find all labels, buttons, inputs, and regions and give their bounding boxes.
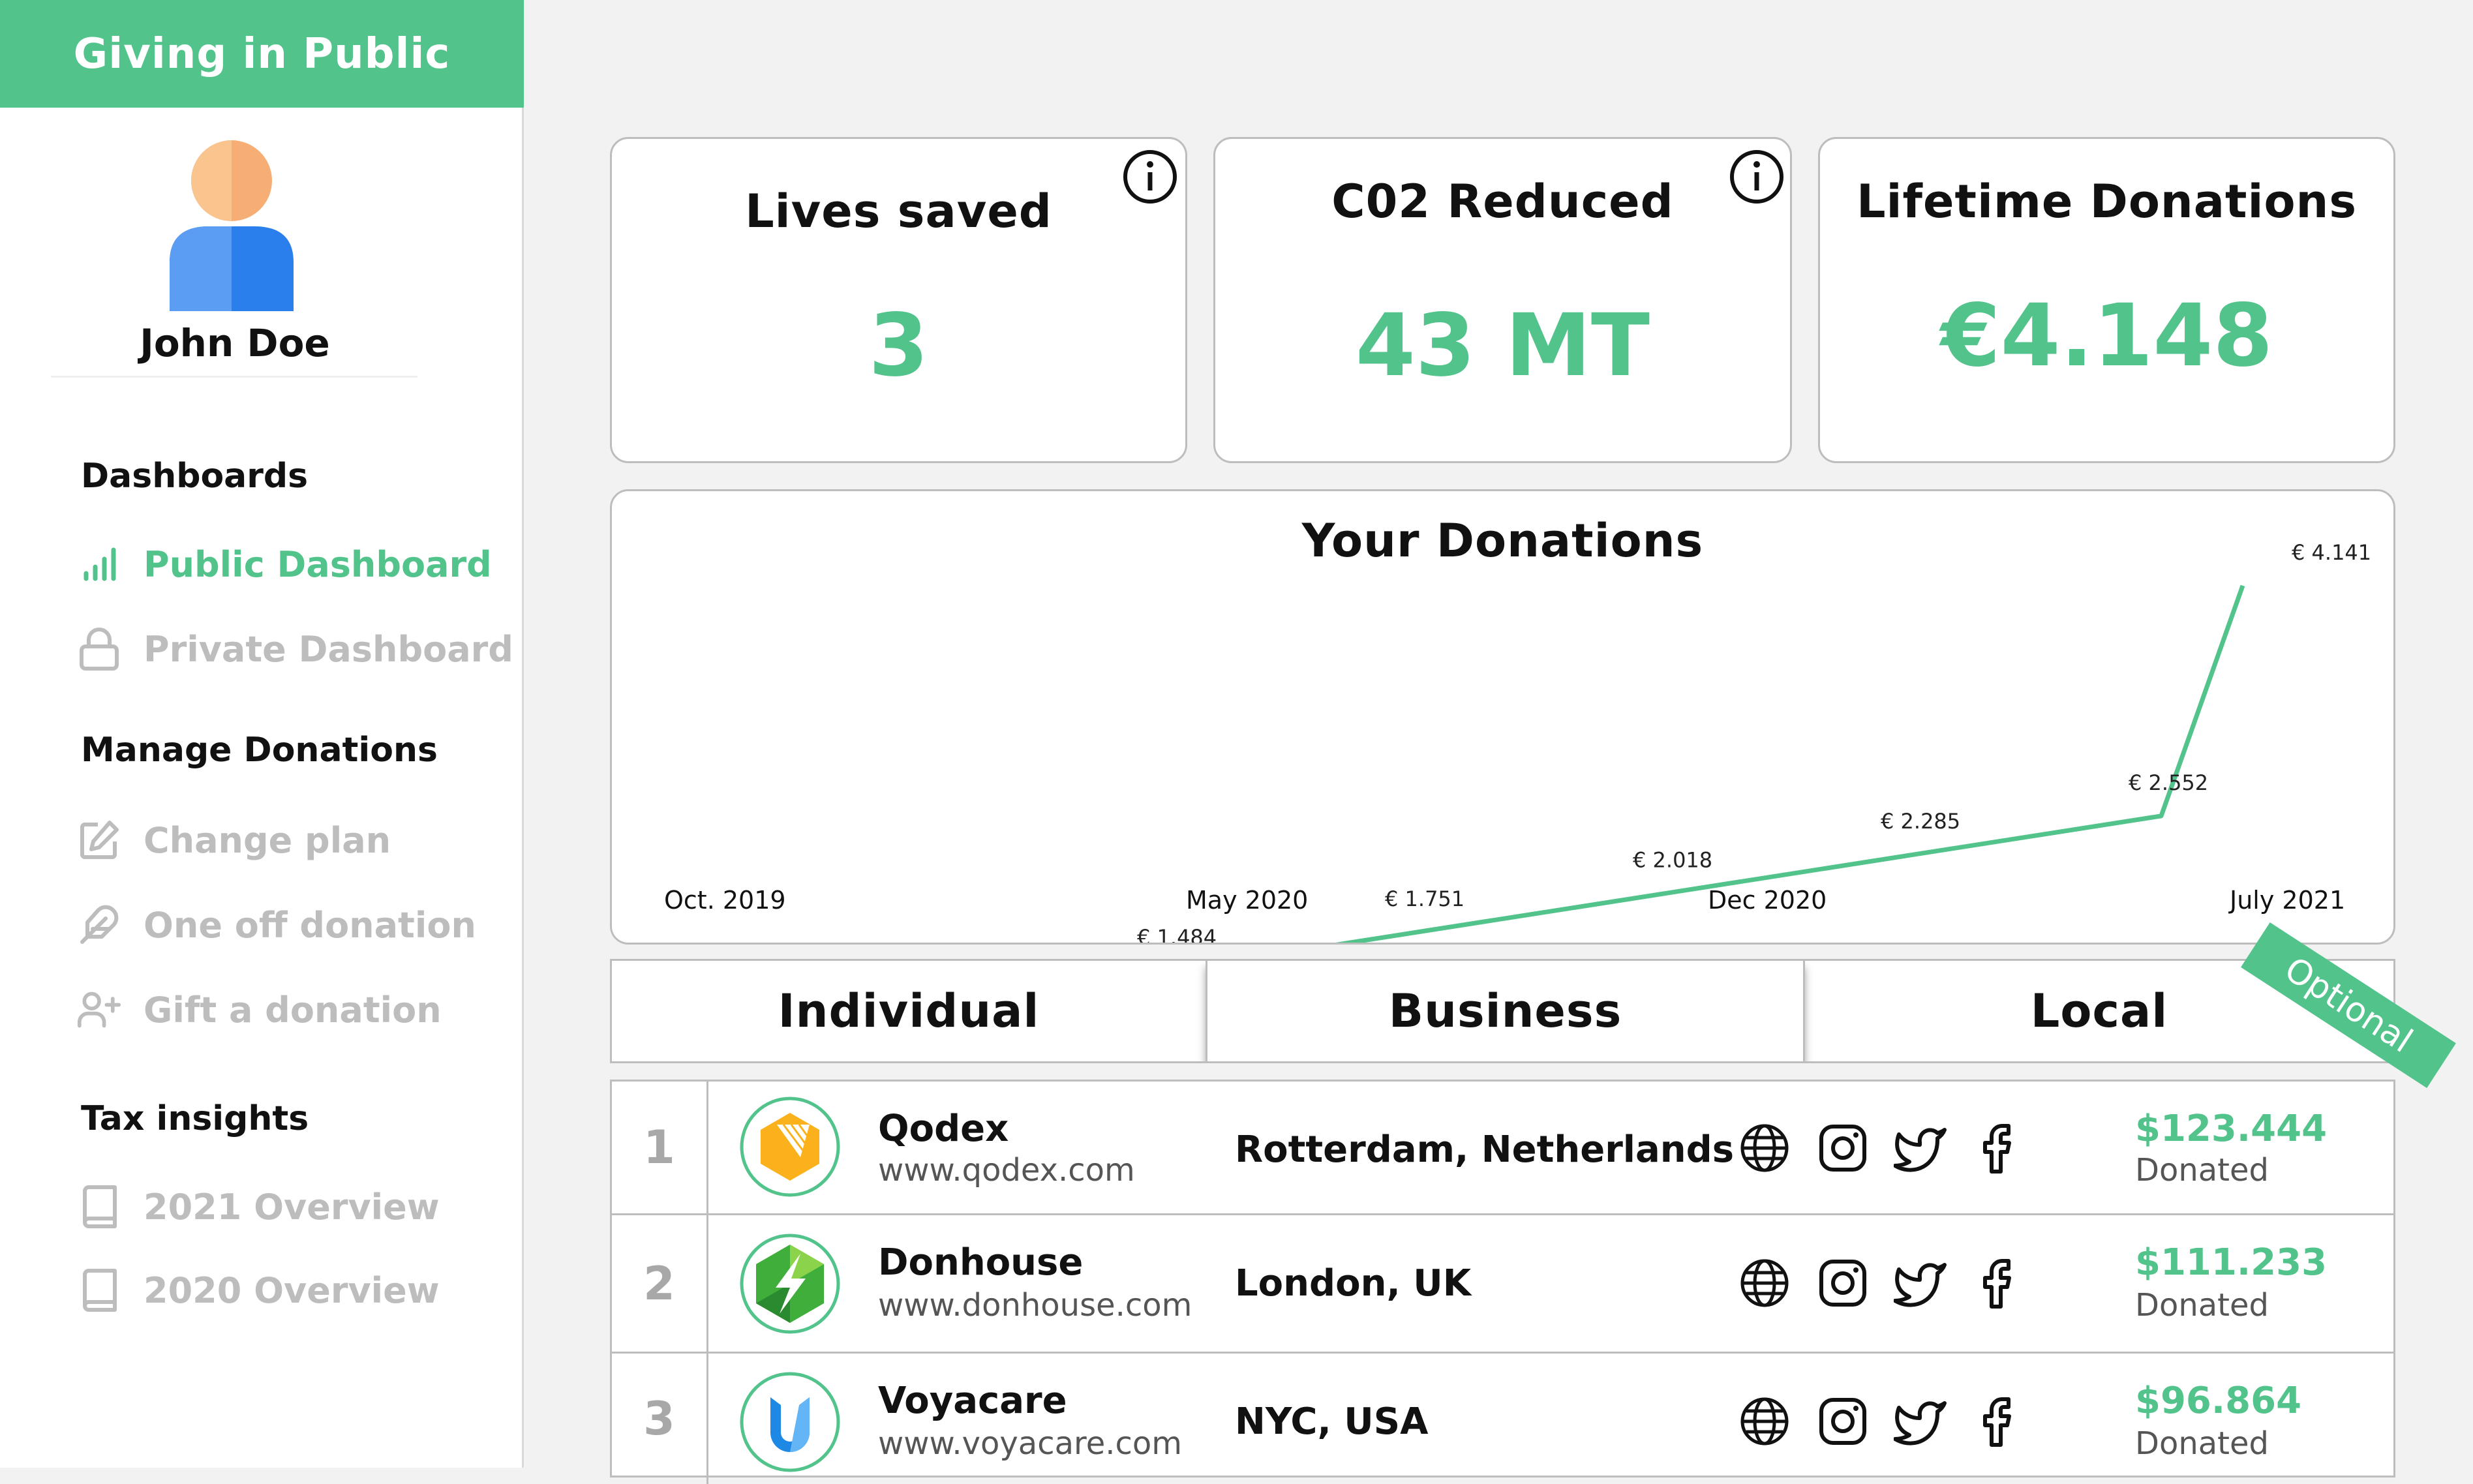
instagram-icon[interactable] <box>1815 1394 1870 1449</box>
table-row[interactable]: 3 Voyacare www.voyacare.com NYC, USA $96… <box>612 1354 2393 1484</box>
data-label: € 4.141 <box>2292 540 2371 565</box>
donation-status: Donated <box>2135 1152 2269 1189</box>
org-name: Donhouse <box>878 1241 1084 1284</box>
donation-amount: $123.444 <box>2135 1108 2328 1150</box>
donations-line-chart: € 89€ 356€ 1.484€ 1.751€ 2.018€ 2.285€ 2… <box>664 540 2371 943</box>
data-label: € 2.018 <box>1633 848 1712 873</box>
x-tick-label: July 2021 <box>2228 886 2345 915</box>
organizations-table: 1 Qodex www.qodex.com Rotterdam, Netherl… <box>610 1080 2395 1484</box>
stat-value: 43 MT <box>1355 295 1650 396</box>
x-tick-label: Dec 2020 <box>1708 886 1827 915</box>
twitter-icon[interactable] <box>1894 1256 1949 1310</box>
edit-icon <box>77 818 121 862</box>
stat-title: Lifetime Donations <box>1856 175 2358 228</box>
org-name: Voyacare <box>878 1380 1067 1422</box>
stat-card-lives-saved: Lives saved 3 <box>610 137 1187 463</box>
table-row[interactable]: 1 Qodex www.qodex.com Rotterdam, Netherl… <box>612 1082 2393 1215</box>
sidebar: Giving in Public John Doe Dashboards Pub… <box>0 0 524 1468</box>
table-row[interactable]: 2 Donhouse www.donhouse.com London, UK $… <box>612 1215 2393 1354</box>
donation-amount: $96.864 <box>2135 1380 2302 1422</box>
org-url[interactable]: www.donhouse.com <box>878 1287 1192 1324</box>
tab-individual[interactable]: Individual <box>612 961 1206 1061</box>
nav-2020-overview[interactable]: 2020 Overview <box>77 1264 440 1316</box>
org-location: Rotterdam, Netherlands <box>1235 1128 1735 1171</box>
org-name: Qodex <box>878 1108 1009 1150</box>
nav-label: Change plan <box>144 819 391 861</box>
nav-change-plan[interactable]: Change plan <box>77 814 391 866</box>
facebook-icon[interactable] <box>1972 1121 2027 1175</box>
stat-title: Lives saved <box>745 185 1052 238</box>
feather-icon <box>77 903 121 947</box>
info-icon[interactable] <box>1121 147 1179 206</box>
info-icon[interactable] <box>1727 147 1786 206</box>
x-tick-label: May 2020 <box>1186 886 1308 915</box>
facebook-icon[interactable] <box>1972 1394 2027 1449</box>
nav-label: One off donation <box>144 904 476 946</box>
nav-gift-donation[interactable]: Gift a donation <box>77 984 442 1036</box>
donhouse-logo <box>740 1234 840 1334</box>
tab-business[interactable]: Business <box>1206 961 1805 1061</box>
data-label: € 2.285 <box>1881 809 1960 834</box>
donations-chart-card: Your Donations € 89€ 356€ 1.484€ 1.751€ … <box>610 489 2395 945</box>
org-url[interactable]: www.voyacare.com <box>878 1425 1182 1462</box>
instagram-icon[interactable] <box>1815 1256 1870 1310</box>
globe-icon[interactable] <box>1737 1256 1792 1310</box>
stat-value: €4.148 <box>1940 286 2273 386</box>
x-tick-label: Oct. 2019 <box>664 886 786 915</box>
brand-header[interactable]: Giving in Public <box>0 0 524 108</box>
section-title-tax-insights: Tax insights <box>81 1099 309 1138</box>
nav-label: Gift a donation <box>144 989 442 1031</box>
data-label: € 1.751 <box>1385 886 1464 911</box>
qodex-logo <box>740 1097 840 1197</box>
org-location: NYC, USA <box>1235 1401 1429 1443</box>
category-tabs: Individual Business Local <box>610 959 2395 1063</box>
rank: 1 <box>612 1082 708 1213</box>
nav-label: 2021 Overview <box>144 1186 440 1228</box>
donation-status: Donated <box>2135 1425 2269 1462</box>
globe-icon[interactable] <box>1737 1121 1792 1175</box>
data-label: € 1.484 <box>1137 925 1217 943</box>
twitter-icon[interactable] <box>1894 1394 1949 1449</box>
twitter-icon[interactable] <box>1894 1121 1949 1175</box>
divider <box>51 376 417 378</box>
org-location: London, UK <box>1235 1262 1472 1305</box>
nav-one-off-donation[interactable]: One off donation <box>77 899 476 951</box>
donation-status: Donated <box>2135 1287 2269 1324</box>
voyacare-logo <box>740 1372 840 1472</box>
org-url[interactable]: www.qodex.com <box>878 1152 1135 1189</box>
donation-amount: $111.233 <box>2135 1241 2328 1284</box>
book-icon <box>77 1268 121 1312</box>
nav-label: 2020 Overview <box>144 1269 440 1311</box>
stat-card-co2-reduced: C02 Reduced 43 MT <box>1213 137 1792 463</box>
globe-icon[interactable] <box>1737 1394 1792 1449</box>
nav-label: Private Dashboard <box>144 628 513 670</box>
stat-card-lifetime-donations: Lifetime Donations €4.148 <box>1818 137 2395 463</box>
nav-2021-overview[interactable]: 2021 Overview <box>77 1181 440 1233</box>
nav-public-dashboard[interactable]: Public Dashboard <box>77 538 492 590</box>
stat-title: C02 Reduced <box>1331 175 1674 228</box>
data-label: € 2.552 <box>2129 770 2208 795</box>
user-name: John Doe <box>140 321 330 365</box>
stat-value: 3 <box>868 295 929 396</box>
app-title: Giving in Public <box>73 29 451 78</box>
instagram-icon[interactable] <box>1815 1121 1870 1175</box>
book-icon <box>77 1185 121 1229</box>
bar-chart-icon <box>77 542 121 586</box>
section-title-dashboards: Dashboards <box>81 457 309 496</box>
section-title-manage-donations: Manage Donations <box>81 731 438 770</box>
user-plus-icon <box>77 988 121 1032</box>
rank: 3 <box>612 1354 708 1484</box>
nav-label: Public Dashboard <box>144 543 492 585</box>
facebook-icon[interactable] <box>1972 1256 2027 1310</box>
nav-private-dashboard[interactable]: Private Dashboard <box>77 623 513 675</box>
lock-icon <box>77 627 121 671</box>
rank: 2 <box>612 1215 708 1352</box>
avatar <box>170 140 294 311</box>
